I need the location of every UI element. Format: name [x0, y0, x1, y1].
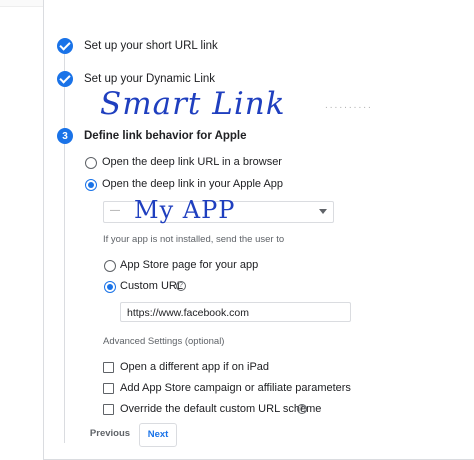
app-select[interactable]: — My APP — [103, 196, 334, 224]
step-connector — [64, 143, 65, 443]
not-installed-hint: If your app is not installed, send the u… — [103, 234, 285, 245]
step-connector — [64, 87, 65, 130]
checkbox-app-store-campaign-label: Add App Store campaign or affiliate para… — [120, 382, 351, 394]
custom-url-input[interactable]: https://www.facebook.com — [120, 302, 351, 322]
previous-button[interactable]: Previous — [86, 424, 134, 444]
radio-custom-url-label: Custom URL — [120, 280, 183, 292]
radio-browser-label: Open the deep link URL in a browser — [102, 156, 282, 168]
radio-custom-url[interactable] — [104, 281, 116, 293]
help-icon[interactable]: ? — [176, 281, 186, 291]
app-select-value: My APP — [134, 196, 236, 224]
step-1-title[interactable]: Set up your short URL link — [84, 40, 218, 52]
select-dash: — — [110, 205, 122, 216]
radio-apple-app-label: Open the deep link in your Apple App — [102, 178, 284, 190]
dynamic-link-handwriting: Smart Link — [100, 86, 286, 122]
checkbox-override-url-scheme-label: Override the default custom URL scheme — [120, 403, 322, 415]
advanced-settings-title: Advanced Settings (optional) — [103, 336, 225, 347]
radio-browser[interactable] — [85, 157, 97, 169]
radio-app-store[interactable] — [104, 260, 116, 272]
step-number-badge: 3 — [57, 128, 73, 144]
radio-app-store-label: App Store page for your app — [120, 259, 259, 271]
radio-apple-app[interactable] — [85, 179, 97, 191]
step-2-title[interactable]: Set up your Dynamic Link — [84, 73, 215, 85]
checkbox-different-app-ipad[interactable] — [103, 362, 114, 373]
checkbox-app-store-campaign[interactable] — [103, 383, 114, 394]
dynamic-link-dots: .......... — [325, 100, 373, 111]
checkbox-different-app-ipad-label: Open a different app if on iPad — [120, 361, 270, 373]
step-complete-icon — [57, 38, 73, 54]
chevron-down-icon — [319, 209, 327, 214]
step-complete-icon — [57, 71, 73, 87]
step-3-title[interactable]: Define link behavior for Apple — [84, 130, 247, 142]
checkbox-override-url-scheme[interactable] — [103, 404, 114, 415]
next-button[interactable]: Next — [139, 423, 177, 447]
help-icon[interactable]: ? — [297, 404, 307, 414]
